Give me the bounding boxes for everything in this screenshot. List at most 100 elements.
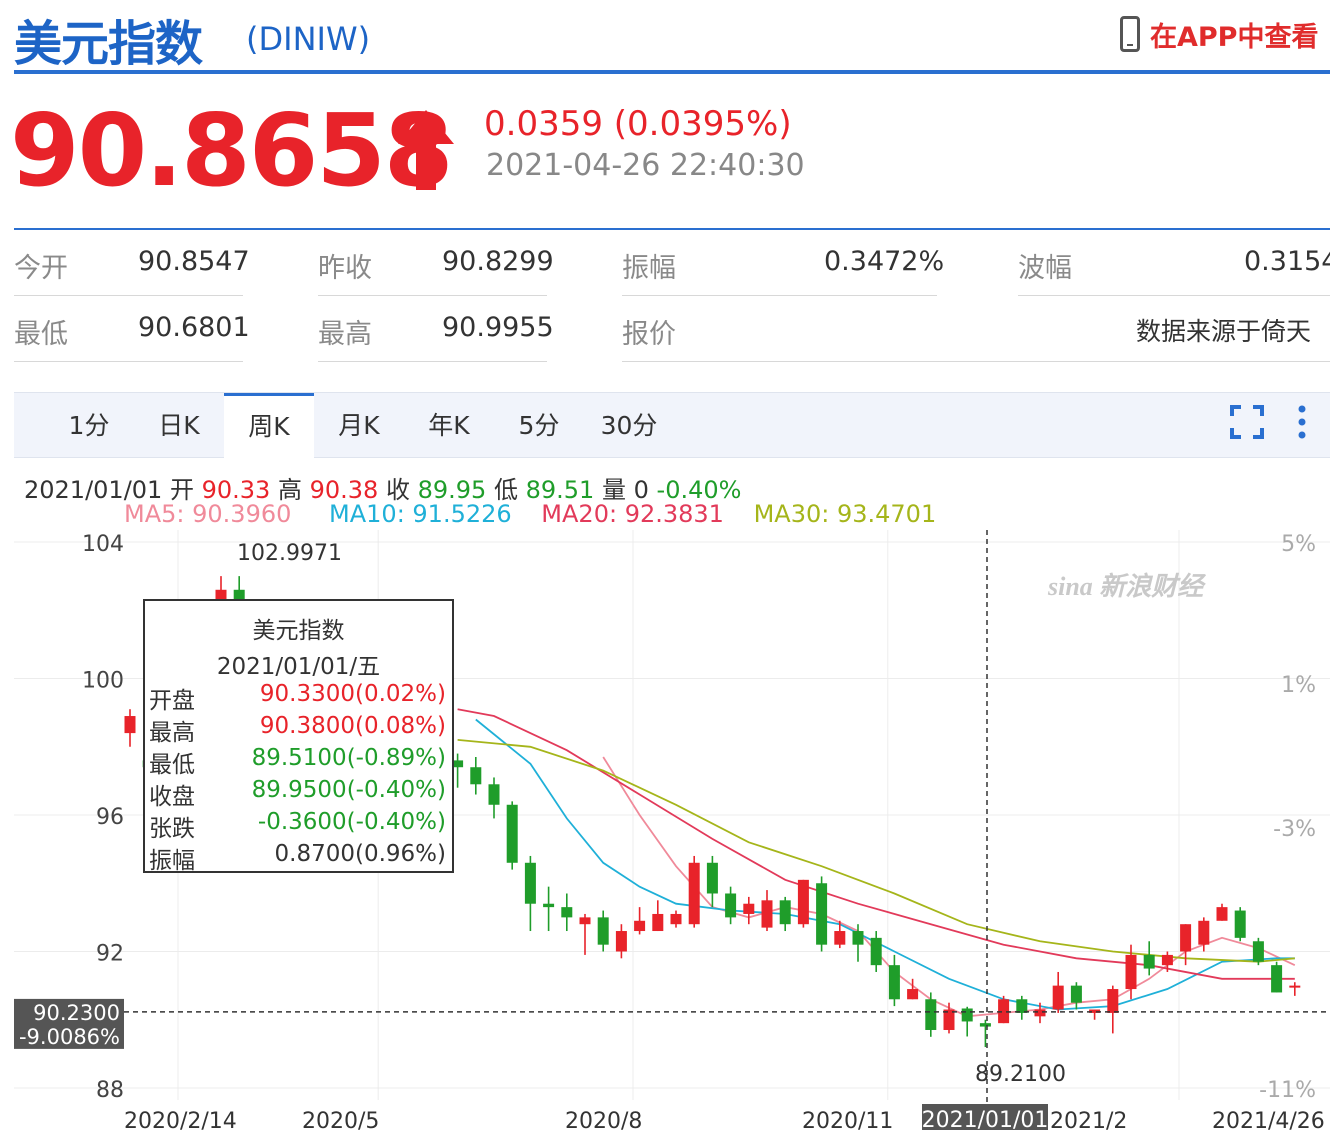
max-price-label: 102.9971	[237, 541, 342, 566]
candle-body	[1034, 1009, 1046, 1017]
candle	[652, 900, 664, 932]
candle	[779, 896, 791, 932]
candle	[1271, 961, 1283, 993]
candle-body	[888, 965, 900, 1000]
candle	[870, 931, 882, 972]
candle-body	[979, 1023, 991, 1027]
tooltip-row-label: 开盘	[149, 688, 195, 714]
candle	[524, 855, 536, 932]
candle-body	[706, 862, 718, 894]
x-tick-label: 2020/8	[565, 1109, 642, 1130]
candle-body	[1289, 985, 1301, 988]
candle-body	[1070, 985, 1082, 1003]
candle-body	[124, 716, 136, 734]
ma-line-ma10	[475, 718, 1295, 1011]
crosshair-date: 2021/01/01	[922, 1108, 1049, 1130]
candle-body	[543, 903, 555, 908]
candle	[1089, 1009, 1101, 1020]
candle-body	[579, 917, 591, 925]
y-right-tick-label: -3%	[1273, 817, 1316, 842]
candle-body	[561, 907, 573, 918]
x-tick-label: 2020/11	[802, 1109, 893, 1130]
candle-body	[506, 804, 518, 863]
candle-body	[1252, 941, 1264, 962]
y-tick-label: 92	[96, 942, 124, 967]
candle-body	[1161, 954, 1173, 966]
candle	[1107, 985, 1119, 1034]
tooltip-title: 美元指数	[252, 618, 345, 644]
candle	[1234, 907, 1246, 942]
candle	[1252, 937, 1264, 966]
candle-body	[797, 879, 809, 925]
candle	[615, 924, 627, 959]
candle	[943, 1002, 955, 1034]
x-tick-label: 2021/2	[1050, 1109, 1127, 1130]
tooltip-row-label: 张跌	[149, 816, 195, 842]
candle	[706, 855, 718, 908]
candle-body	[925, 999, 937, 1030]
tooltip-row-label: 收盘	[149, 784, 195, 810]
candle-body	[470, 767, 482, 785]
candle-tooltip: 美元指数 2021/01/01/五 开盘 90.3300(0.02%) 最高 90.3…	[143, 599, 454, 874]
candle-body	[743, 903, 755, 914]
candle	[925, 992, 937, 1037]
candle-body	[816, 883, 828, 945]
candle-body	[670, 913, 682, 925]
tooltip-row-value: 89.9500(-0.40%)	[251, 777, 446, 803]
candle	[670, 910, 682, 928]
tooltip-row-value: -0.3600(-0.40%)	[257, 809, 446, 835]
candle-body	[870, 937, 882, 966]
candle-body	[1143, 954, 1155, 969]
candle	[470, 756, 482, 795]
x-tick-label: 2021/4/26	[1212, 1109, 1325, 1130]
tooltip-row-value: 90.3800(0.08%)	[259, 713, 446, 739]
candle	[888, 954, 900, 1007]
candle	[998, 995, 1010, 1024]
candle-body	[488, 784, 500, 805]
candle	[1143, 941, 1155, 976]
candle-body	[1180, 924, 1192, 952]
sina-watermark: sina 新浪财经	[1047, 572, 1206, 601]
tooltip-row-label: 振幅	[149, 848, 195, 874]
candle-body	[652, 913, 664, 932]
candle	[1289, 982, 1301, 996]
candle-body	[834, 931, 846, 945]
candle-body	[597, 917, 609, 945]
ma-line-ma30	[457, 739, 1295, 963]
crosshair-percent: -9.0086%	[19, 1025, 120, 1049]
tooltip-date: 2021/01/01/五	[216, 654, 381, 680]
candle-body	[761, 900, 773, 928]
kline-chart[interactable]: sina 新浪财经 104 100 96 92 88 5% 1% -3% -11% 2020/2/…	[0, 0, 1330, 1130]
candle-body	[688, 862, 700, 925]
tooltip-row-value: 90.3300(0.02%)	[259, 681, 446, 707]
candle	[506, 801, 518, 870]
candle-body	[615, 931, 627, 952]
candle-body	[1216, 907, 1228, 921]
candle	[579, 913, 591, 955]
y-tick-label: 104	[82, 532, 124, 557]
candle	[634, 907, 646, 935]
candle	[979, 1019, 991, 1048]
y-tick-label: 100	[82, 669, 124, 694]
candle	[124, 709, 136, 747]
candle-body	[1107, 989, 1119, 1013]
tooltip-row-value: 89.5100(-0.89%)	[251, 745, 446, 771]
candle	[1070, 982, 1082, 1010]
crosshair-price: 90.2300	[33, 1001, 120, 1025]
candle	[797, 879, 809, 928]
y-right-tick-label: -11%	[1259, 1078, 1316, 1103]
candle-body	[907, 989, 919, 1000]
candle	[1216, 903, 1228, 921]
y-right-tick-label: 1%	[1281, 673, 1316, 698]
candle-body	[1052, 985, 1064, 1010]
x-tick-label: 2020/5	[302, 1109, 379, 1130]
candle-body	[1198, 920, 1210, 945]
y-tick-label: 88	[96, 1078, 124, 1103]
candle-body	[725, 893, 737, 918]
candle-body	[1234, 910, 1246, 938]
y-tick-label: 96	[96, 805, 124, 830]
tooltip-row-label: 最低	[149, 752, 195, 778]
candle	[1016, 995, 1028, 1020]
candle	[725, 886, 737, 925]
candle-body	[852, 931, 864, 945]
